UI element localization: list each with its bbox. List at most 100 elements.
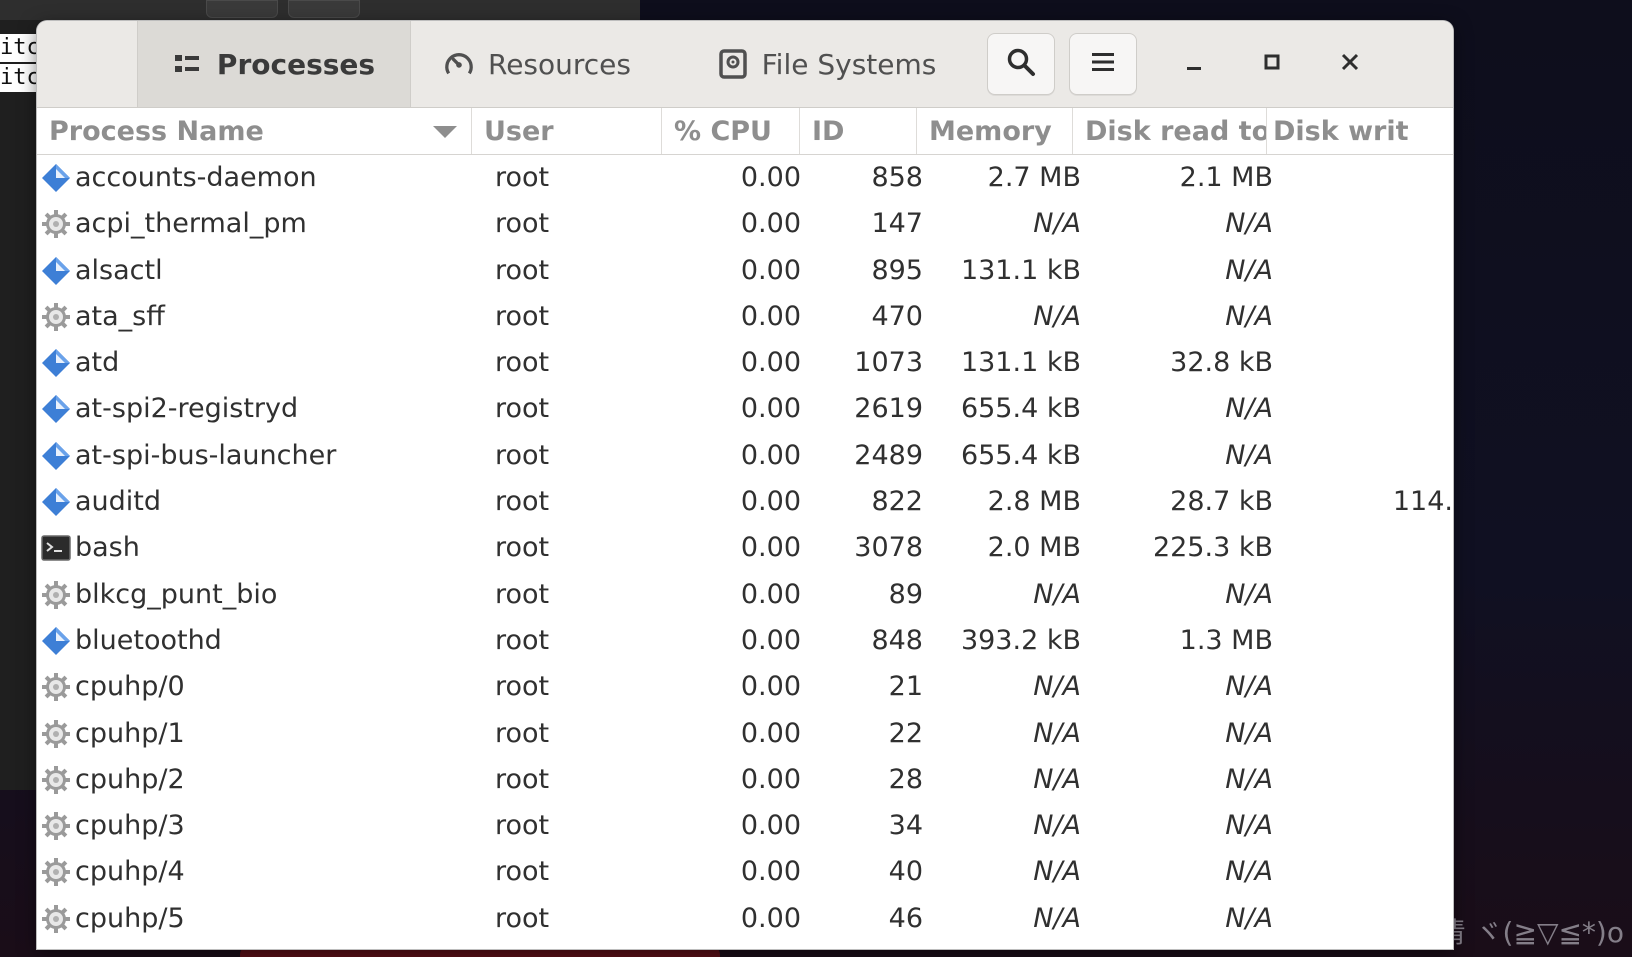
tab-label: Processes [216, 47, 376, 81]
table-row[interactable]: at-spi2-registryd root 0.00 2619 655.4 kB N/A [37, 386, 1453, 432]
process-memory: N/A [1033, 810, 1081, 842]
process-disk-read: N/A [1225, 902, 1273, 934]
tab-label: File Systems [761, 47, 937, 81]
table-row[interactable]: at-spi-bus-launcher root 0.00 2489 655.4 kB N… [37, 433, 1453, 479]
process-disk-read: 1.3 MB [1179, 624, 1273, 656]
column-header-cpu[interactable]: % CPU [662, 108, 800, 154]
process-memory: N/A [1033, 763, 1081, 795]
process-name: ata_sff [75, 300, 165, 332]
table-row[interactable]: blkcg_punt_bio root 0.00 89 N/A N/A [37, 572, 1453, 618]
process-disk-write [1279, 155, 1453, 201]
column-header-disk-read[interactable]: Disk read tota [1073, 108, 1267, 154]
application-icon [41, 163, 71, 193]
table-row[interactable]: cpuhp/0 root 0.00 21 N/A N/A [37, 664, 1453, 710]
table-row[interactable]: cpuhp/1 root 0.00 22 N/A N/A [37, 711, 1453, 757]
maximize-button[interactable] [1252, 44, 1292, 84]
process-id: 89 [888, 578, 923, 610]
minimize-button[interactable] [1174, 44, 1214, 84]
search-button[interactable] [987, 33, 1055, 95]
background-window-button[interactable] [288, 0, 360, 18]
table-row[interactable]: atd root 0.00 1073 131.1 kB 32.8 kB [37, 340, 1453, 386]
column-header-memory[interactable]: Memory [917, 108, 1073, 154]
process-memory: 2.0 MB [987, 532, 1081, 564]
processes-list-icon [173, 49, 203, 79]
column-header-label: % CPU [674, 115, 772, 147]
process-id: 147 [871, 208, 923, 240]
kernel-thread-icon [41, 811, 71, 841]
maximize-icon [1262, 52, 1282, 76]
column-header-label: Process Name [49, 115, 264, 147]
process-id: 21 [888, 671, 923, 703]
terminal-icon [41, 533, 71, 563]
table-row[interactable]: ata_sff root 0.00 470 N/A N/A [37, 294, 1453, 340]
process-name: cpuhp/1 [75, 717, 185, 749]
process-memory: 2.8 MB [987, 486, 1081, 518]
process-disk-read: N/A [1225, 810, 1273, 842]
process-memory: N/A [1033, 208, 1081, 240]
table-row[interactable]: cpuhp/4 root 0.00 40 N/A N/A [37, 849, 1453, 895]
table-row[interactable]: auditd root 0.00 822 2.8 MB 28.7 kB 114. [37, 479, 1453, 525]
process-user: root [495, 763, 550, 795]
column-header-process-name[interactable]: Process Name [37, 108, 472, 154]
process-name: cpuhp/0 [75, 671, 185, 703]
process-id: 40 [888, 856, 923, 888]
process-disk-read: 32.8 kB [1170, 347, 1273, 379]
process-user: root [495, 486, 550, 518]
process-user: root [495, 624, 550, 656]
process-disk-write [1279, 433, 1453, 479]
table-row[interactable]: bluetoothd root 0.00 848 393.2 kB 1.3 MB [37, 618, 1453, 664]
process-cpu: 0.00 [740, 856, 801, 888]
process-memory: 131.1 kB [960, 347, 1081, 379]
process-user: root [495, 578, 550, 610]
table-row[interactable]: cpuhp/5 root 0.00 46 N/A N/A [37, 896, 1453, 942]
table-row[interactable]: accounts-daemon root 0.00 858 2.7 MB 2.1 MB [37, 155, 1453, 201]
process-user: root [495, 347, 550, 379]
process-id: 848 [871, 624, 923, 656]
table-row[interactable]: cpuhp/2 root 0.00 28 N/A N/A [37, 757, 1453, 803]
process-disk-write [1279, 294, 1453, 340]
tab-file-systems[interactable]: File Systems [677, 21, 977, 107]
kernel-thread-icon [41, 209, 71, 239]
tab-resources[interactable]: Resources [410, 21, 665, 107]
process-name: bash [75, 532, 140, 564]
process-user: root [495, 393, 550, 425]
close-button[interactable] [1330, 44, 1370, 84]
process-name: accounts-daemon [75, 162, 317, 193]
process-disk-read: 225.3 kB [1152, 532, 1273, 564]
application-icon [41, 626, 71, 656]
column-header-label: User [484, 115, 554, 147]
process-id: 2619 [854, 393, 923, 425]
process-memory: N/A [1033, 671, 1081, 703]
column-header-label: Memory [929, 115, 1052, 147]
table-row[interactable]: bash root 0.00 3078 2.0 MB 225.3 kB [37, 525, 1453, 571]
process-disk-write: 114. [1392, 486, 1453, 518]
column-header-user[interactable]: User [472, 108, 662, 154]
process-memory: 2.7 MB [987, 162, 1081, 193]
process-memory: N/A [1033, 856, 1081, 888]
process-name: atd [75, 347, 120, 379]
minimize-icon [1184, 52, 1204, 76]
process-cpu: 0.00 [740, 347, 801, 379]
process-user: root [495, 902, 550, 934]
process-user: root [495, 300, 550, 332]
process-disk-read: N/A [1225, 254, 1273, 286]
table-row[interactable]: alsactl root 0.00 895 131.1 kB N/A [37, 248, 1453, 294]
table-row[interactable]: acpi_thermal_pm root 0.00 147 N/A N/A [37, 201, 1453, 247]
column-header-label: Disk read tota [1085, 115, 1267, 147]
kernel-thread-icon [41, 857, 71, 887]
process-disk-write [1279, 201, 1453, 247]
process-disk-read: N/A [1225, 717, 1273, 749]
menu-button[interactable] [1069, 33, 1137, 95]
process-name: cpuhp/3 [75, 810, 185, 842]
process-disk-read: N/A [1225, 300, 1273, 332]
process-user: root [495, 532, 550, 564]
tab-processes[interactable]: Processes [137, 21, 411, 107]
column-header-id[interactable]: ID [800, 108, 917, 154]
column-header-disk-write[interactable]: Disk writ [1267, 108, 1453, 154]
background-window-button[interactable] [206, 0, 278, 18]
kernel-thread-icon [41, 904, 71, 934]
hamburger-menu-icon [1091, 51, 1115, 77]
table-row[interactable]: cpuhp/3 root 0.00 34 N/A N/A [37, 803, 1453, 849]
process-cpu: 0.00 [740, 439, 801, 471]
process-cpu: 0.00 [740, 486, 801, 518]
